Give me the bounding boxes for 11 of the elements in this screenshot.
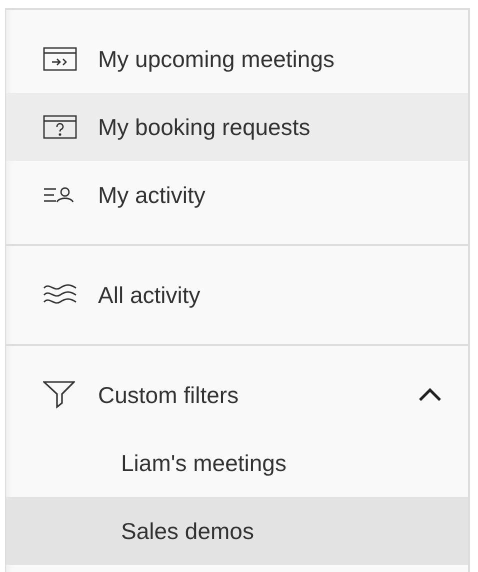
chevron-up-icon[interactable] <box>418 388 442 402</box>
filter-item[interactable]: Liam's meetings <box>6 429 468 497</box>
funnel-icon <box>43 381 75 409</box>
nav-item[interactable]: All activity <box>6 261 468 329</box>
filter-item[interactable]: Sales demos <box>6 497 468 565</box>
calendar-question-icon <box>43 115 77 139</box>
nav-item[interactable]: My booking requests <box>6 93 468 161</box>
nav-item[interactable]: My activity <box>6 161 468 229</box>
list-person-icon <box>43 187 76 203</box>
nav-item[interactable]: My upcoming meetings <box>6 25 468 93</box>
filter-group-header[interactable]: Custom filters <box>6 361 468 429</box>
